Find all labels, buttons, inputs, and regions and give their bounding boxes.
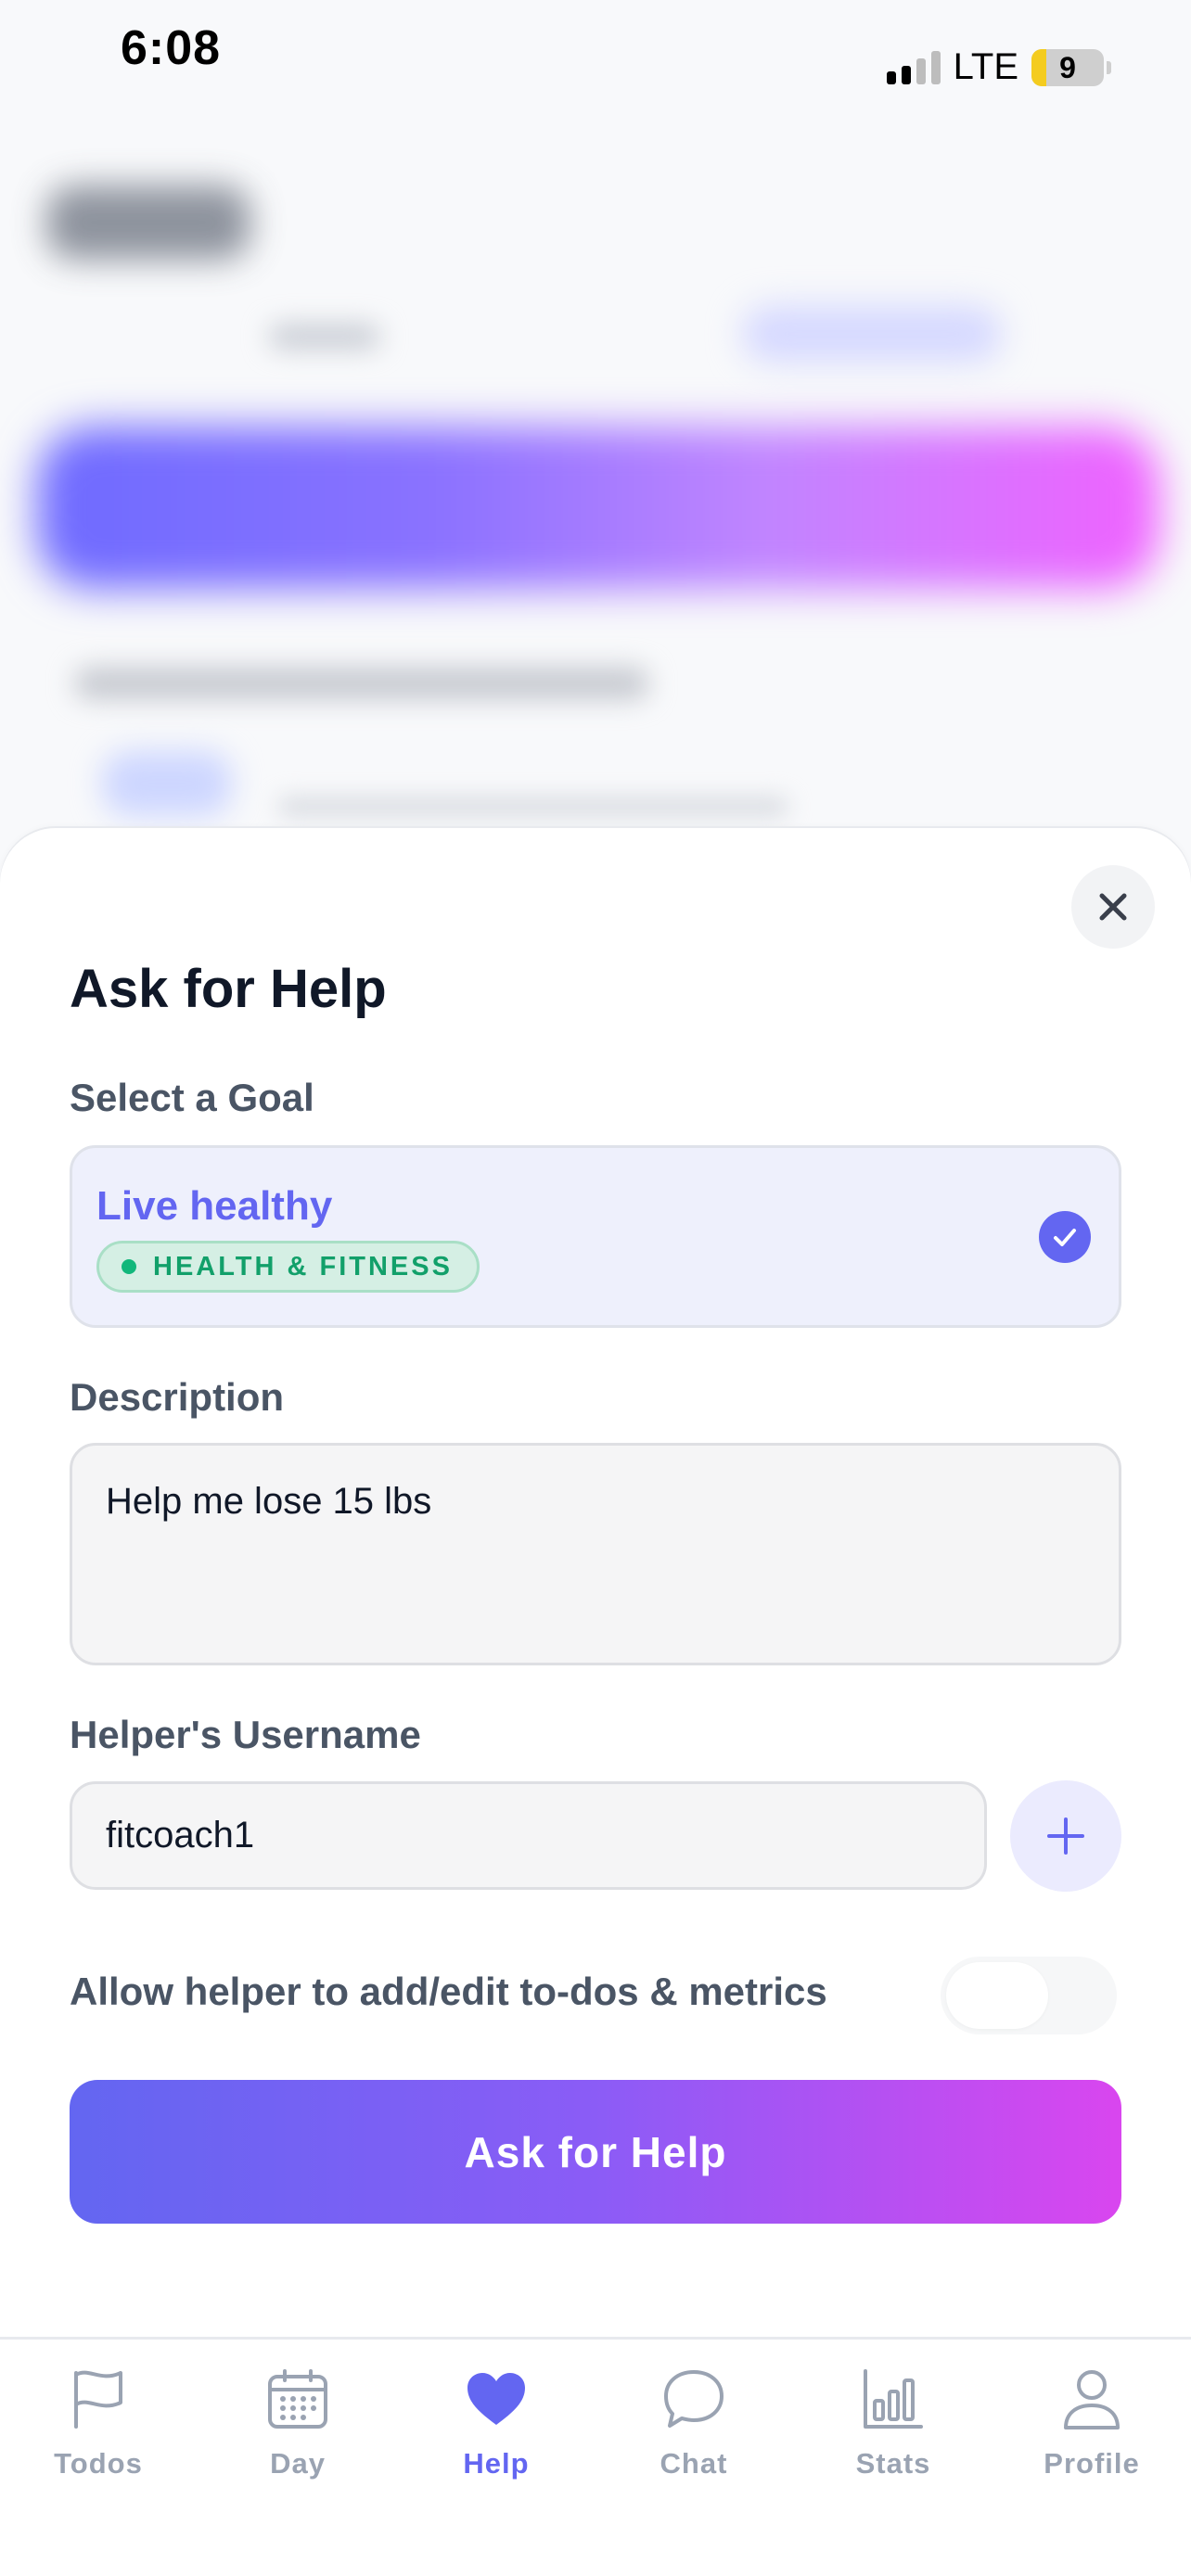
- tab-label: Chat: [660, 2447, 728, 2480]
- checkmark-icon: [1039, 1211, 1091, 1263]
- close-button[interactable]: [1071, 865, 1155, 949]
- add-helper-button[interactable]: [1010, 1780, 1121, 1892]
- toggle-knob: [946, 1962, 1048, 2029]
- helper-username-label: Helper's Username: [70, 1713, 421, 1756]
- tab-label: Todos: [54, 2447, 143, 2480]
- blurred-pill: [102, 751, 232, 816]
- category-dot: [122, 1259, 136, 1274]
- blurred-tab-active: [742, 306, 1002, 362]
- blurred-title: [46, 185, 250, 260]
- helper-username-input[interactable]: fitcoach1: [70, 1781, 987, 1890]
- goal-name: Live healthy: [96, 1183, 333, 1229]
- close-icon: [1099, 893, 1127, 921]
- status-time: 6:08: [121, 21, 222, 75]
- goal-option[interactable]: Live healthy HEALTH & FITNESS: [70, 1145, 1121, 1328]
- person-icon: [1055, 2362, 1129, 2436]
- signal-icon: [886, 50, 941, 84]
- ask-for-help-sheet: Ask for Help Select a Goal Live healthy …: [0, 828, 1191, 2346]
- battery-tip: [1107, 60, 1111, 74]
- battery-level: 9: [1059, 50, 1076, 84]
- battery-icon: 9: [1031, 48, 1104, 86]
- tab-chat[interactable]: Chat: [610, 2362, 777, 2501]
- sheet-title: Ask for Help: [70, 959, 387, 1019]
- blurred-text-line: [278, 797, 788, 816]
- tab-todos[interactable]: Todos: [15, 2362, 182, 2501]
- calendar-icon: [261, 2362, 335, 2436]
- tab-bar: Todos Day Help Chat Stats Profile: [0, 2337, 1191, 2576]
- status-bar: 6:08 LTE 9: [0, 0, 1191, 111]
- goal-category-label: HEALTH & FITNESS: [153, 1252, 453, 1282]
- tab-stats[interactable]: Stats: [810, 2362, 977, 2501]
- blurred-text-line: [74, 668, 649, 699]
- description-input[interactable]: Help me lose 15 lbs: [70, 1443, 1121, 1665]
- description-label: Description: [70, 1375, 285, 1419]
- tab-profile[interactable]: Profile: [1008, 2362, 1175, 2501]
- permission-label: Allow helper to add/edit to-dos & metric…: [70, 1970, 827, 2013]
- tab-day[interactable]: Day: [214, 2362, 381, 2501]
- status-indicators: LTE 9: [886, 46, 1111, 88]
- tab-help[interactable]: Help: [413, 2362, 580, 2501]
- plus-icon: [1047, 1817, 1084, 1855]
- blurred-banner: [37, 427, 1159, 589]
- goal-section-label: Select a Goal: [70, 1076, 314, 1119]
- tab-label: Day: [270, 2447, 326, 2480]
- heart-icon: [459, 2362, 533, 2436]
- blurred-background-page: [0, 111, 1191, 853]
- ask-for-help-button[interactable]: Ask for Help: [70, 2080, 1121, 2224]
- tab-label: Stats: [855, 2447, 931, 2480]
- tab-label: Help: [463, 2447, 530, 2480]
- tab-label: Profile: [1044, 2447, 1140, 2480]
- app-screen: 6:08 LTE 9 Ask for Help Select a Goal Li…: [0, 0, 1191, 2576]
- goal-category-badge: HEALTH & FITNESS: [96, 1241, 480, 1293]
- chat-bubble-icon: [657, 2362, 731, 2436]
- network-type: LTE: [953, 46, 1018, 87]
- bar-chart-icon: [856, 2362, 930, 2436]
- flag-icon: [61, 2362, 135, 2436]
- permission-toggle[interactable]: [941, 1957, 1117, 2034]
- blurred-tab: [269, 325, 380, 349]
